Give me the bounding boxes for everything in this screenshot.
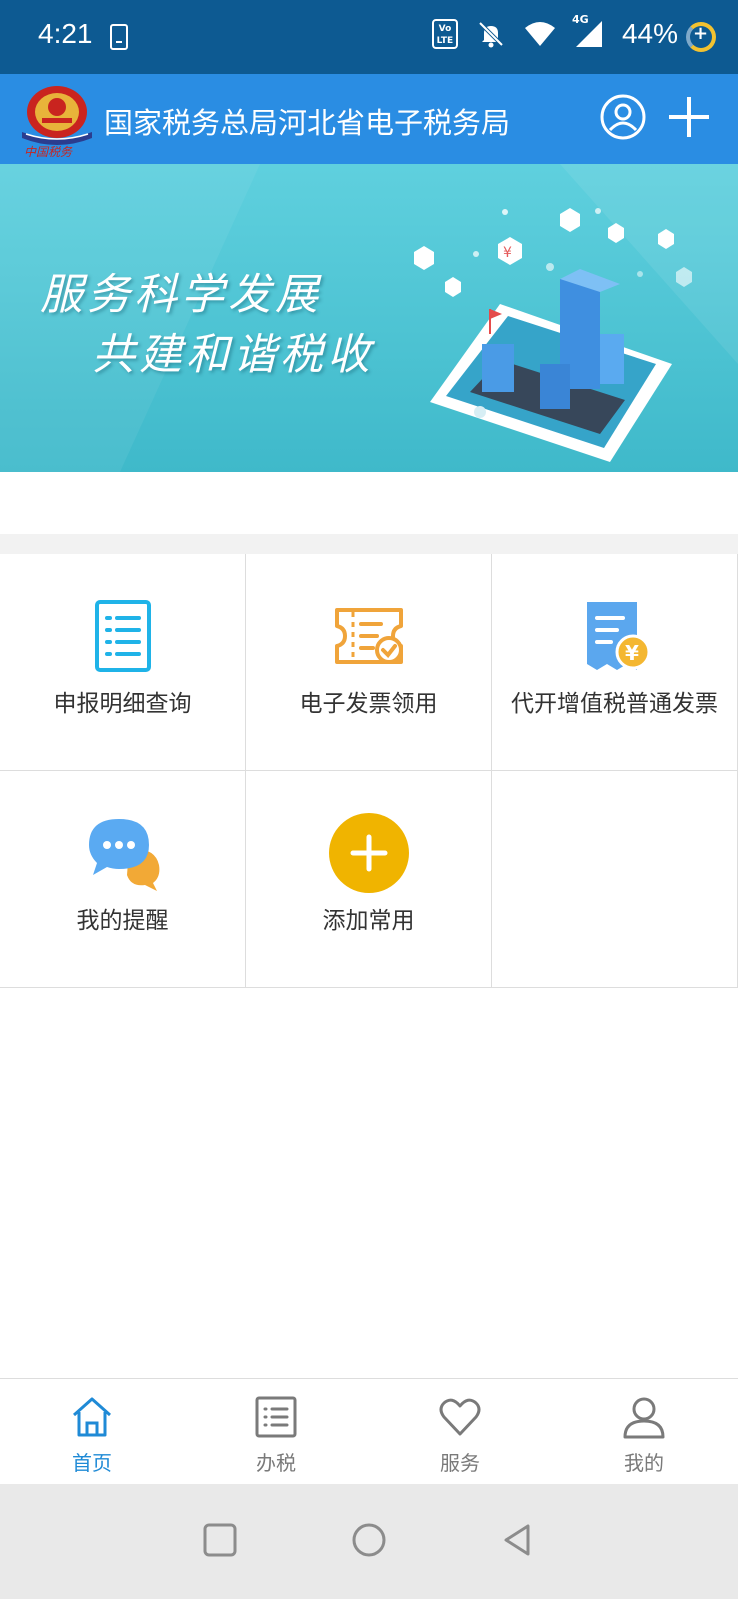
grid-item-add-favorite[interactable]: 添加常用 bbox=[246, 771, 492, 988]
battery-percent: 44% bbox=[621, 18, 678, 49]
grid-item-label: 申报明细查询 bbox=[53, 691, 192, 717]
system-nav-bar bbox=[0, 1484, 738, 1599]
wifi-icon bbox=[524, 22, 555, 46]
circle-home-icon[interactable] bbox=[349, 1520, 389, 1560]
plus-icon[interactable] bbox=[666, 94, 712, 140]
grid-item-label: 代开增值税普通发票 bbox=[511, 691, 718, 717]
invoice-yuan-icon: ¥ bbox=[587, 602, 651, 670]
person-icon bbox=[623, 1397, 665, 1439]
app-header: 中国税务 国家税务总局河北省电子税务局 bbox=[0, 74, 738, 164]
battery-saver-icon: + bbox=[686, 22, 716, 52]
nav-item-home[interactable]: 首页 bbox=[0, 1379, 184, 1485]
nav-label: 我的 bbox=[624, 1451, 664, 1475]
banner-slogan-line1: 服务科学发展 bbox=[40, 270, 322, 320]
network-type: 4G bbox=[571, 13, 589, 26]
list-icon bbox=[255, 1396, 297, 1438]
status-icons: Vo LTE 4G 44% bbox=[431, 13, 678, 50]
bottom-nav: 首页 办税 服务 我的 bbox=[0, 1378, 738, 1484]
grid-item-reminders[interactable]: 我的提醒 bbox=[0, 771, 246, 988]
banner-slogan-line2: 共建和谐税收 bbox=[92, 330, 374, 380]
nav-label: 服务 bbox=[440, 1451, 480, 1475]
logo-caption: 中国税务 bbox=[24, 145, 73, 158]
banner[interactable]: ¥ 服务科学发展 共建和谐税收 bbox=[0, 164, 738, 472]
triangle-back-icon[interactable] bbox=[498, 1520, 538, 1560]
svg-text:¥: ¥ bbox=[625, 641, 639, 665]
document-list-icon bbox=[95, 600, 151, 672]
grid-item-e-invoice[interactable]: 电子发票领用 bbox=[246, 554, 492, 771]
grid-item-vat-invoice[interactable]: ¥ 代开增值税普通发票 bbox=[492, 554, 738, 771]
ticket-check-icon bbox=[335, 608, 403, 664]
square-recents-icon[interactable] bbox=[200, 1520, 240, 1560]
grid-item-empty bbox=[492, 771, 738, 988]
grid-item-label: 添加常用 bbox=[322, 908, 415, 934]
home-icon bbox=[73, 1397, 111, 1437]
nav-label: 首页 bbox=[72, 1451, 112, 1475]
nav-item-tax[interactable]: 办税 bbox=[184, 1379, 368, 1485]
function-grid: 申报明细查询 电子发票领用 ¥ 代开增值税普通发票 我的提醒 添加常用 bbox=[0, 554, 738, 988]
svg-text:¥: ¥ bbox=[503, 245, 512, 261]
heart-icon bbox=[439, 1398, 481, 1436]
status-bar: 4:21 Vo LTE 4G 44% + bbox=[0, 0, 738, 74]
grid-item-label: 我的提醒 bbox=[76, 908, 169, 934]
download-icon bbox=[110, 24, 128, 50]
grid-item-declaration-query[interactable]: 申报明细查询 bbox=[0, 554, 246, 771]
section-divider bbox=[0, 534, 738, 554]
nav-label: 办税 bbox=[256, 1451, 296, 1475]
chat-bubble-icon bbox=[89, 819, 160, 891]
bell-off-icon bbox=[478, 21, 504, 48]
signal-icon: 4G bbox=[572, 13, 604, 49]
status-time: 4:21 bbox=[38, 18, 93, 49]
volte-icon: Vo LTE bbox=[431, 19, 458, 49]
page-title: 国家税务总局河北省电子税务局 bbox=[104, 106, 511, 140]
nav-item-service[interactable]: 服务 bbox=[368, 1379, 552, 1485]
add-circle-icon bbox=[329, 813, 409, 893]
user-circle-icon[interactable] bbox=[600, 94, 646, 140]
grid-item-label: 电子发票领用 bbox=[299, 691, 438, 717]
nav-item-mine[interactable]: 我的 bbox=[552, 1379, 736, 1485]
tax-emblem-icon: 中国税务 bbox=[22, 86, 92, 158]
